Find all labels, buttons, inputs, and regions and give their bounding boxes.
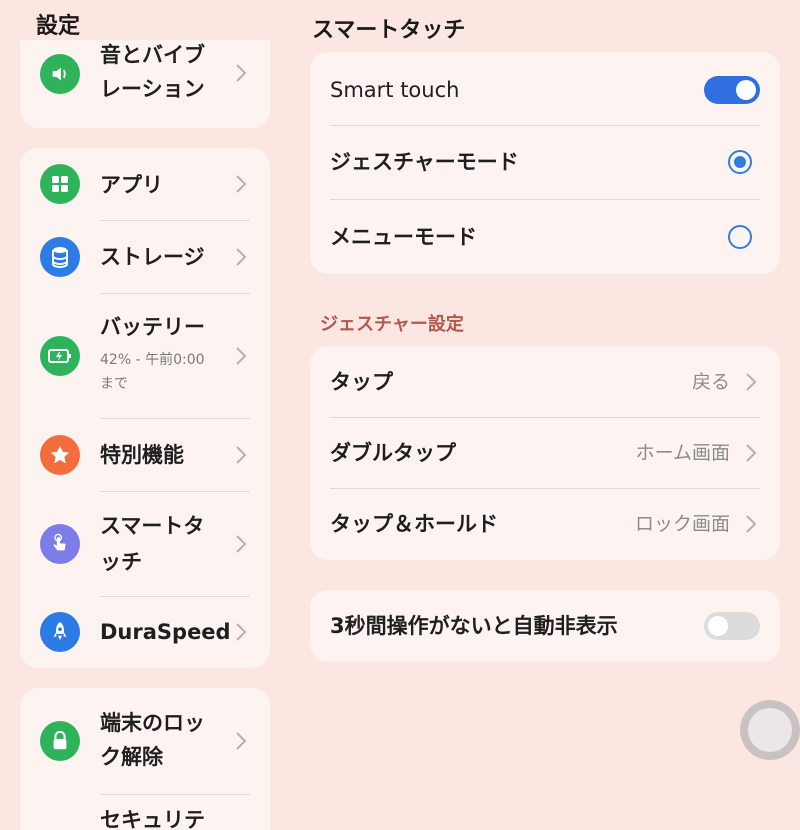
sidebar-item-apps[interactable]: アプリ: [20, 148, 270, 220]
smart-touch-label: Smart touch: [330, 78, 460, 102]
sidebar-item-device-unlock[interactable]: 端末のロッ ク解除: [20, 688, 270, 794]
gesture-value: 戻る: [691, 371, 730, 393]
sidebar-item-label: 音とバイブ レーション: [100, 43, 205, 101]
sidebar-item-label: バッテリー: [100, 315, 205, 339]
chevron-right-icon: [236, 732, 247, 750]
left-page-title: 設定: [36, 14, 81, 39]
gesture-label: タップ: [330, 370, 393, 394]
chevron-right-icon: [236, 623, 247, 641]
speaker-icon: [40, 54, 80, 94]
sidebar-item-duraspeed[interactable]: DuraSpeed: [20, 597, 270, 667]
chevron-right-icon: [236, 175, 247, 193]
auto-hide-label: 3秒間操作がないと自動非表示: [330, 614, 618, 638]
sidebar-item-sound[interactable]: 音とバイブ レーション: [20, 40, 270, 128]
chevron-right-icon: [746, 515, 757, 533]
gesture-mode-label: ジェスチャーモード: [330, 150, 519, 174]
sidebar-item-battery[interactable]: バッテリー 42% - 午前0:00 まで: [20, 294, 270, 418]
settings-card-security: 端末のロッ ク解除 セキュリテ: [20, 688, 270, 830]
auto-hide-card: 3秒間操作がないと自動非表示: [310, 590, 780, 662]
sidebar-item-storage[interactable]: ストレージ: [20, 221, 270, 293]
gesture-row-tap-hold[interactable]: タップ＆ホールド ロック画面: [310, 488, 780, 560]
gesture-label: ダブルタップ: [330, 441, 456, 465]
sidebar-item-label: 特別機能: [100, 443, 184, 467]
gesture-settings-heading: ジェスチャー設定: [320, 314, 464, 335]
smart-touch-switch[interactable]: [704, 76, 760, 104]
battery-icon: [40, 336, 80, 376]
chevron-right-icon: [236, 535, 247, 553]
chevron-right-icon: [746, 373, 757, 391]
lock-icon: [40, 721, 80, 761]
chevron-right-icon: [236, 347, 247, 365]
auto-hide-switch[interactable]: [704, 612, 760, 640]
storage-icon: [40, 237, 80, 277]
gesture-label: タップ＆ホールド: [330, 512, 498, 536]
chevron-right-icon: [236, 248, 247, 266]
divider: [330, 199, 760, 200]
sidebar-item-label: スマートタ ッチ: [100, 514, 205, 574]
star-icon: [40, 435, 80, 475]
menu-mode-radio[interactable]: [728, 225, 752, 249]
gesture-row-double-tap[interactable]: ダブルタップ ホーム画面: [310, 417, 780, 489]
gesture-row-tap[interactable]: タップ 戻る: [310, 346, 780, 418]
gesture-mode-radio[interactable]: [728, 150, 752, 174]
sidebar-item-label: 端末のロッ ク解除: [100, 711, 205, 769]
smart-touch-mode-card: Smart touch ジェスチャーモード メニューモード: [310, 52, 780, 274]
sidebar-item-label: セキュリテ: [100, 808, 205, 830]
settings-card-sound: 音とバイブ レーション: [20, 40, 270, 128]
sidebar-item-special-features[interactable]: 特別機能: [20, 419, 270, 491]
settings-card-apps: アプリ ストレージ バッテリー 42% - 午前0:00 まで 特別機能 スマー…: [20, 148, 270, 668]
sidebar-item-security[interactable]: セキュリテ: [20, 795, 270, 830]
right-page-title: スマートタッチ: [312, 18, 466, 43]
smart-touch-floating-button[interactable]: [740, 700, 800, 760]
gesture-value: ロック画面: [634, 513, 730, 535]
apps-grid-icon: [40, 164, 80, 204]
sidebar-item-label: アプリ: [100, 173, 163, 197]
chevron-right-icon: [236, 446, 247, 464]
chevron-right-icon: [236, 64, 247, 82]
chevron-right-icon: [746, 444, 757, 462]
gesture-value: ホーム画面: [635, 442, 730, 464]
auto-hide-row[interactable]: 3秒間操作がないと自動非表示: [310, 590, 780, 662]
sidebar-item-smart-touch[interactable]: スマートタ ッチ: [20, 492, 270, 596]
menu-mode-row[interactable]: メニューモード: [310, 201, 780, 273]
smart-touch-toggle-row[interactable]: Smart touch: [310, 54, 780, 126]
sidebar-item-label: ストレージ: [100, 245, 205, 269]
rocket-icon: [40, 612, 80, 652]
gesture-settings-card: タップ 戻る ダブルタップ ホーム画面 タップ＆ホールド ロック画面: [310, 346, 780, 560]
sidebar-item-label: DuraSpeed: [100, 620, 231, 644]
touch-hand-icon: [40, 524, 80, 564]
battery-status-text: 42% - 午前0:00 まで: [100, 352, 205, 392]
menu-mode-label: メニューモード: [330, 225, 477, 249]
gesture-mode-row[interactable]: ジェスチャーモード: [310, 126, 780, 198]
